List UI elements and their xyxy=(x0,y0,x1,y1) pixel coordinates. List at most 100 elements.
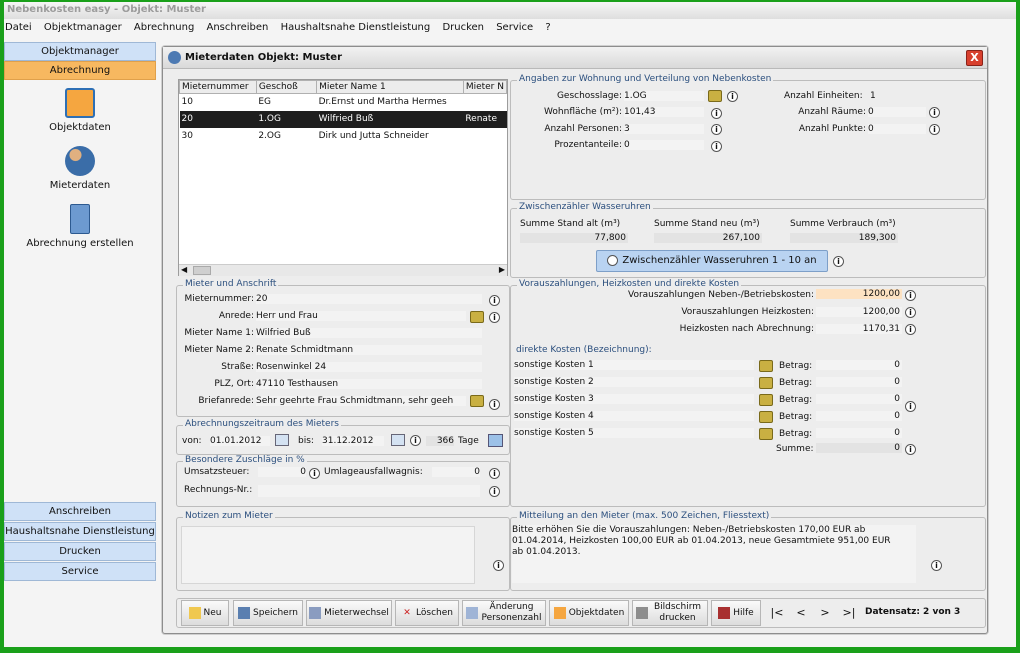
prozent-field[interactable]: 0 xyxy=(624,140,704,150)
info-icon[interactable]: i xyxy=(833,256,844,267)
betrag-field[interactable]: 0 xyxy=(816,411,902,421)
folder-icon[interactable] xyxy=(708,90,722,102)
sidebar-item-mieterdaten[interactable]: Mieterdaten xyxy=(4,146,156,191)
sidebar-drucken[interactable]: Drucken xyxy=(4,542,156,561)
briefanrede-field[interactable]: Sehr geehrte Frau Schmidtmann, sehr geeh xyxy=(256,396,466,406)
info-icon[interactable]: i xyxy=(493,560,504,571)
bis-date-field[interactable]: 31.12.2012 xyxy=(322,436,384,446)
calculate-icon[interactable] xyxy=(488,434,503,447)
folder-icon[interactable] xyxy=(759,394,773,406)
mitteilung-textarea[interactable]: Bitte erhöhen Sie die Vorauszahlungen: N… xyxy=(512,525,916,583)
folder-icon[interactable] xyxy=(470,395,484,407)
menu-anschreiben[interactable]: Anschreiben xyxy=(207,22,269,33)
sidebar-anschreiben[interactable]: Anschreiben xyxy=(4,502,156,521)
sidebar-service[interactable]: Service xyxy=(4,562,156,581)
umsatzsteuer-field[interactable]: 0 xyxy=(258,467,306,477)
info-icon[interactable]: i xyxy=(489,468,500,479)
kosten-name-field[interactable]: sonstige Kosten 5 xyxy=(514,428,754,438)
strasse-field[interactable]: Rosenwinkel 24 xyxy=(256,362,482,372)
info-icon[interactable]: i xyxy=(905,444,916,455)
mieterwechsel-button[interactable]: Mieterwechsel xyxy=(306,600,392,626)
delete-button[interactable]: ✕ Löschen xyxy=(395,600,459,626)
column-header-mieternummer[interactable]: Mieternummer xyxy=(179,80,257,94)
folder-icon[interactable] xyxy=(759,411,773,423)
raeume-field[interactable]: 0 xyxy=(868,107,926,117)
info-icon[interactable]: i xyxy=(929,107,940,118)
info-icon[interactable]: i xyxy=(309,468,320,479)
previous-record-button[interactable]: < xyxy=(790,601,812,625)
heizkosten-field[interactable]: 1200,00 xyxy=(816,307,902,317)
scroll-right-icon[interactable]: ▶ xyxy=(499,265,505,274)
kosten-name-field[interactable]: sonstige Kosten 3 xyxy=(514,394,754,404)
column-header-name2[interactable]: Mieter N xyxy=(462,80,508,94)
objektdaten-button[interactable]: Objektdaten xyxy=(549,600,629,626)
new-button[interactable]: Neu xyxy=(181,600,229,626)
info-icon[interactable]: i xyxy=(489,399,500,410)
heiznach-field[interactable]: 1170,31 xyxy=(816,324,902,334)
menu-abrechnung[interactable]: Abrechnung xyxy=(134,22,194,33)
table-row[interactable]: 10 EG Dr.Ernst und Martha Hermes xyxy=(180,94,507,111)
table-row[interactable]: 30 2.OG Dirk und Jutta Schneider xyxy=(180,128,507,145)
menu-datei[interactable]: Datei xyxy=(5,22,32,33)
info-icon[interactable]: i xyxy=(489,486,500,497)
notizen-textarea[interactable] xyxy=(181,526,475,584)
calendar-icon[interactable] xyxy=(275,434,289,446)
von-date-field[interactable]: 01.01.2012 xyxy=(210,436,270,446)
table-horizontal-scrollbar[interactable]: ◀ ▶ xyxy=(179,264,507,276)
calendar-icon[interactable] xyxy=(391,434,405,446)
folder-icon[interactable] xyxy=(759,360,773,372)
info-icon[interactable]: i xyxy=(489,295,500,306)
punkte-field[interactable]: 0 xyxy=(868,124,926,134)
kosten-name-field[interactable]: sonstige Kosten 4 xyxy=(514,411,754,421)
column-header-geschoss[interactable]: Geschoß xyxy=(255,80,318,94)
sidebar-haushaltsnahe[interactable]: Haushaltsnahe Dienstleistung xyxy=(4,522,156,541)
help-button[interactable]: Hilfe xyxy=(711,600,761,626)
info-icon[interactable]: i xyxy=(410,435,421,446)
kosten-name-field[interactable]: sonstige Kosten 2 xyxy=(514,377,754,387)
betrag-field[interactable]: 0 xyxy=(816,394,902,404)
info-icon[interactable]: i xyxy=(929,124,940,135)
sidebar-item-objektdaten[interactable]: Objektdaten xyxy=(4,88,156,133)
table-row-selected[interactable]: 20 1.OG Wilfried Buß Renate xyxy=(179,110,507,128)
mieternummer-field[interactable]: 20 xyxy=(256,294,482,304)
neben-field[interactable]: 1200,00 xyxy=(816,289,902,299)
wasseruhren-button[interactable]: Zwischenzähler Wasseruhren 1 - 10 an xyxy=(596,250,828,272)
menu-service[interactable]: Service xyxy=(496,22,533,33)
next-record-button[interactable]: > xyxy=(814,601,836,625)
aenderung-personenzahl-button[interactable]: Änderung Personenzahl xyxy=(462,600,546,626)
folder-icon[interactable] xyxy=(759,428,773,440)
info-icon[interactable]: i xyxy=(905,290,916,301)
menu-haushaltsnahe[interactable]: Haushaltsnahe Dienstleistung xyxy=(281,22,431,33)
flaeche-field[interactable]: 101,43 xyxy=(624,107,704,117)
folder-icon[interactable] xyxy=(759,377,773,389)
menu-objektmanager[interactable]: Objektmanager xyxy=(44,22,122,33)
anrede-field[interactable]: Herr und Frau xyxy=(256,311,466,321)
close-button[interactable]: X xyxy=(966,50,983,66)
scroll-left-icon[interactable]: ◀ xyxy=(181,265,187,274)
save-button[interactable]: Speichern xyxy=(233,600,303,626)
sidebar-item-abrechnung-erstellen[interactable]: Abrechnung erstellen xyxy=(4,204,156,249)
info-icon[interactable]: i xyxy=(711,124,722,135)
betrag-field[interactable]: 0 xyxy=(816,377,902,387)
menu-drucken[interactable]: Drucken xyxy=(442,22,484,33)
name1-field[interactable]: Wilfried Buß xyxy=(256,328,482,338)
info-icon[interactable]: i xyxy=(905,324,916,335)
first-record-button[interactable]: |< xyxy=(766,601,788,625)
geschoss-field[interactable]: 1.OG xyxy=(624,91,704,101)
folder-icon[interactable] xyxy=(470,311,484,323)
betrag-field[interactable]: 0 xyxy=(816,428,902,438)
info-icon[interactable]: i xyxy=(711,108,722,119)
umlage-field[interactable]: 0 xyxy=(432,467,480,477)
info-icon[interactable]: i xyxy=(711,141,722,152)
info-icon[interactable]: i xyxy=(905,401,916,412)
scroll-thumb[interactable] xyxy=(193,266,211,275)
print-screen-button[interactable]: Bildschirm drucken xyxy=(632,600,708,626)
info-icon[interactable]: i xyxy=(727,91,738,102)
name2-field[interactable]: Renate Schmidtmann xyxy=(256,345,482,355)
column-header-name1[interactable]: Mieter Name 1 xyxy=(316,80,464,94)
rechnungsnr-field[interactable] xyxy=(258,485,480,497)
info-icon[interactable]: i xyxy=(931,560,942,571)
personen-field[interactable]: 3 xyxy=(624,124,704,134)
plz-field[interactable]: 47110 Testhausen xyxy=(256,379,482,389)
kosten-name-field[interactable]: sonstige Kosten 1 xyxy=(514,360,754,370)
